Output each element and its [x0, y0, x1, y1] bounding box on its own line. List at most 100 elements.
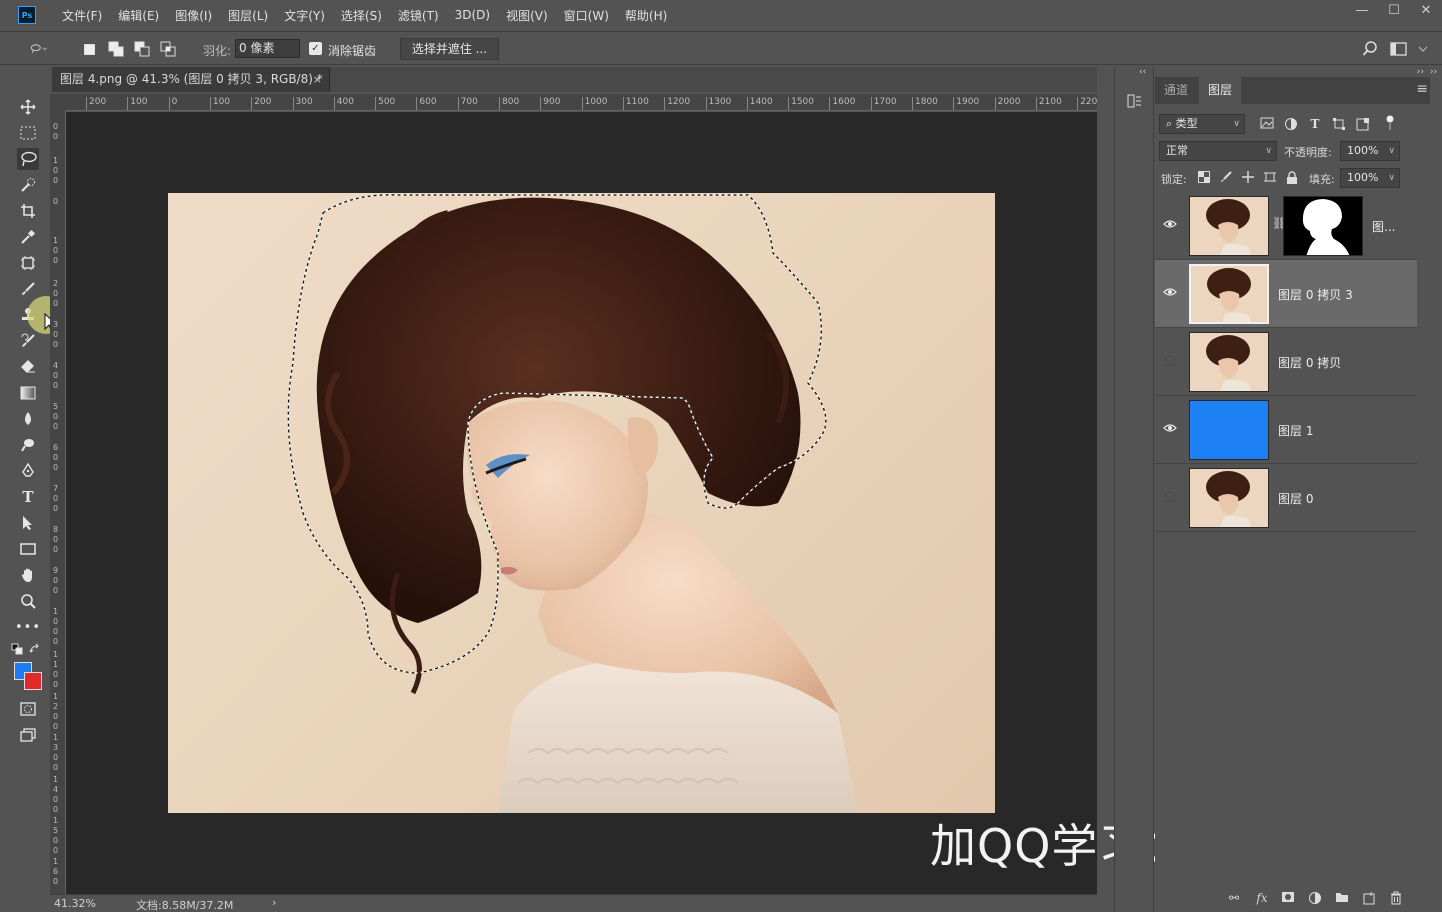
hand-tool-icon[interactable]: [17, 564, 39, 586]
dodge-tool-icon[interactable]: [17, 434, 39, 456]
default-colors-icon[interactable]: [10, 642, 24, 656]
filter-pixel-icon[interactable]: [1260, 117, 1274, 131]
document-canvas[interactable]: [168, 193, 995, 813]
fill-input[interactable]: 100% ∨: [1340, 168, 1400, 188]
marquee-tool-icon[interactable]: [17, 122, 39, 144]
visibility-toggle-empty[interactable]: [1165, 356, 1175, 366]
menu-select[interactable]: 选择(S): [333, 7, 390, 24]
more-tools-icon[interactable]: •••: [15, 616, 40, 638]
link-layers-icon[interactable]: ⚯: [1226, 891, 1242, 907]
intersect-selection-icon[interactable]: [159, 40, 177, 58]
filter-adjustment-icon[interactable]: [1284, 117, 1298, 131]
layer-thumbnail[interactable]: [1189, 468, 1269, 528]
feather-input[interactable]: 0 像素: [235, 39, 300, 58]
lock-pixels-icon[interactable]: [1219, 171, 1233, 185]
layer-thumbnail[interactable]: [1189, 400, 1269, 460]
layer-mask-thumbnail[interactable]: [1283, 196, 1363, 256]
zoom-tool-icon[interactable]: [17, 590, 39, 612]
select-and-mask-button[interactable]: 选择并遮住 ...: [400, 38, 499, 60]
move-tool-icon[interactable]: [17, 96, 39, 118]
pen-tool-icon[interactable]: [17, 460, 39, 482]
quick-select-tool-icon[interactable]: [17, 174, 39, 196]
minimize-button[interactable]: —: [1346, 0, 1378, 20]
lasso-preset-icon[interactable]: [30, 40, 48, 58]
filter-smart-object-icon[interactable]: [1356, 117, 1370, 131]
layer-thumbnail[interactable]: [1189, 332, 1269, 392]
gradient-tool-icon[interactable]: [17, 382, 39, 404]
expand-arrow-icon[interactable]: ››: [1417, 67, 1424, 77]
eraser-tool-icon[interactable]: [17, 356, 39, 378]
filter-shape-icon[interactable]: [1332, 117, 1346, 131]
tab-layers[interactable]: 图层: [1199, 77, 1242, 104]
lasso-tool-icon[interactable]: [17, 148, 39, 170]
workspace-icon[interactable]: [1390, 40, 1408, 58]
subtract-selection-icon[interactable]: [133, 40, 151, 58]
lock-all-icon[interactable]: [1285, 171, 1299, 185]
panel-scrollbar[interactable]: ››: [1430, 67, 1442, 912]
layer-name[interactable]: 图层 0: [1278, 490, 1313, 507]
filter-toggle-icon[interactable]: [1383, 115, 1397, 130]
path-select-tool-icon[interactable]: [17, 512, 39, 534]
status-menu-arrow[interactable]: ›: [272, 896, 276, 909]
filter-kind-select[interactable]: ⌕ 类型 ∨: [1159, 114, 1245, 134]
layer-name[interactable]: 图层 1: [1278, 422, 1313, 439]
layer-style-fx-icon[interactable]: fx: [1254, 891, 1270, 907]
new-layer-icon[interactable]: [1361, 891, 1377, 907]
add-mask-icon[interactable]: [1280, 891, 1296, 907]
collapse-arrow-icon[interactable]: ‹‹: [1139, 67, 1146, 77]
tab-channels[interactable]: 通道: [1155, 77, 1197, 104]
crop-tool-icon[interactable]: [17, 200, 39, 222]
layer-name[interactable]: 图层 0 拷贝 3: [1278, 286, 1353, 303]
menu-3d[interactable]: 3D(D): [447, 8, 498, 22]
menu-help[interactable]: 帮助(H): [617, 7, 675, 24]
layer-thumbnail[interactable]: [1189, 264, 1269, 324]
menu-view[interactable]: 视图(V): [498, 7, 556, 24]
zoom-level[interactable]: 41.32%: [54, 897, 96, 910]
frame-tool-icon[interactable]: [17, 252, 39, 274]
blur-tool-icon[interactable]: [17, 408, 39, 430]
visibility-toggle-empty[interactable]: [1165, 492, 1175, 502]
visibility-eye-icon[interactable]: [1163, 422, 1177, 436]
layer-name[interactable]: 图...: [1372, 218, 1395, 235]
layer-row[interactable]: 图层 0: [1155, 464, 1417, 532]
brush-tool-icon[interactable]: [17, 278, 39, 300]
close-tab-icon[interactable]: ×: [313, 67, 322, 92]
menu-layer[interactable]: 图层(L): [220, 7, 276, 24]
eyedropper-tool-icon[interactable]: [17, 226, 39, 248]
layer-row[interactable]: ⛓ 图...: [1155, 192, 1417, 260]
panel-menu-icon[interactable]: ≡: [1416, 81, 1428, 97]
layer-name[interactable]: 图层 0 拷贝: [1278, 354, 1341, 371]
scroll-collapse-icon[interactable]: ››: [1430, 67, 1437, 77]
delete-layer-trash-icon[interactable]: [1388, 891, 1404, 907]
document-tab[interactable]: 图层 4.png @ 41.3% (图层 0 拷贝 3, RGB/8) * ×: [52, 67, 330, 92]
lock-transparent-icon[interactable]: [1197, 171, 1211, 185]
close-button[interactable]: ✕: [1410, 0, 1442, 20]
quick-mask-icon[interactable]: [17, 698, 39, 720]
swap-colors-icon[interactable]: [28, 642, 42, 656]
blend-mode-select[interactable]: 正常 ∨: [1159, 141, 1277, 161]
screen-mode-icon[interactable]: [17, 724, 39, 746]
new-group-folder-icon[interactable]: [1334, 891, 1350, 907]
workspace-chevron-down-icon[interactable]: [1414, 40, 1432, 58]
menu-edit[interactable]: 编辑(E): [110, 7, 167, 24]
properties-panel-icon[interactable]: [1127, 93, 1143, 112]
maximize-button[interactable]: ☐: [1378, 0, 1410, 20]
lock-artboard-icon[interactable]: [1263, 171, 1277, 185]
menu-type[interactable]: 文字(Y): [276, 7, 333, 24]
type-tool-icon[interactable]: T: [17, 486, 39, 508]
history-brush-tool-icon[interactable]: [17, 330, 39, 352]
opacity-input[interactable]: 100% ∨: [1340, 141, 1400, 161]
visibility-eye-icon[interactable]: [1163, 286, 1177, 300]
antialias-checkbox[interactable]: ✓: [309, 42, 322, 55]
visibility-eye-icon[interactable]: [1163, 218, 1177, 232]
layer-row[interactable]: 图层 0 拷贝: [1155, 328, 1417, 396]
search-icon[interactable]: [1361, 40, 1379, 58]
menu-filter[interactable]: 滤镜(T): [390, 7, 447, 24]
layer-row[interactable]: 图层 1: [1155, 396, 1417, 464]
layer-row[interactable]: 图层 0 拷贝 3: [1155, 260, 1417, 328]
new-selection-icon[interactable]: [80, 40, 98, 58]
menu-window[interactable]: 窗口(W): [556, 7, 617, 24]
menu-image[interactable]: 图像(I): [167, 7, 220, 24]
filter-type-icon[interactable]: T: [1308, 117, 1322, 131]
background-color-swatch[interactable]: [24, 672, 42, 690]
